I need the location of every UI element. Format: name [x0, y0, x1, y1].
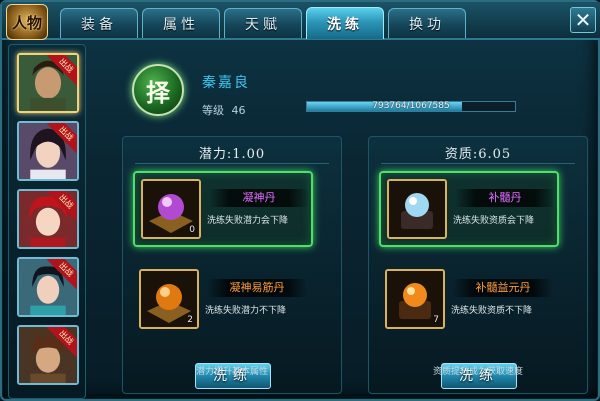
level-value: 46 — [231, 104, 246, 117]
top-bar: 人物 装备 属性 天赋 洗练 换功 ✕ — [2, 2, 600, 40]
divider — [135, 163, 329, 164]
divider — [381, 163, 575, 164]
item-description: 洗练失败潜力不下降 — [205, 306, 287, 316]
close-button[interactable]: ✕ — [570, 7, 596, 33]
refine-emblem: 择 — [132, 64, 184, 116]
item-description: 洗练失败资质不下降 — [451, 306, 533, 316]
aptitude-title: 资质:6.05 — [444, 147, 512, 162]
experience-bar: 793764/1067585 — [306, 101, 516, 112]
item-name: 补髓益元丹 — [453, 279, 553, 297]
aptitude-item-2[interactable]: 7 补髓益元丹 洗练失败资质不下降 — [379, 263, 559, 339]
item-count: 7 — [433, 315, 439, 325]
character-logo: 人物 — [6, 4, 48, 40]
refine-panel: 择 秦嘉良 等级 46 793764/1067585 潜力:1.00 0 凝神丹… — [92, 44, 598, 399]
item-description: 洗练失败资质会下降 — [453, 216, 535, 226]
tab-attributes[interactable]: 属性 — [142, 8, 220, 38]
level-label: 等级 — [202, 104, 224, 117]
hero-portrait-4[interactable]: 出战 — [17, 257, 79, 317]
tab-equipment[interactable]: 装备 — [60, 8, 138, 38]
item-count: 0 — [189, 225, 195, 235]
aptitude-note: 资质提升成为获取速度 — [432, 367, 523, 377]
character-window: 人物 装备 属性 天赋 洗练 换功 ✕ 出战 出战 出战 出战 出战 择 秦嘉良… — [0, 0, 600, 401]
potential-panel: 潜力:1.00 0 凝神丹 洗练失败潜力会下降 2 凝神易筋丹 洗练失败潜力不下… — [122, 136, 342, 394]
tab-refine[interactable]: 洗练 — [306, 7, 384, 39]
hero-sidebar: 出战 出战 出战 出战 出战 — [8, 44, 86, 399]
fire-cauldron-icon: 7 — [385, 269, 445, 329]
hero-name: 秦嘉良 — [202, 75, 250, 91]
aptitude-item-1[interactable]: 补髓丹 洗练失败资质会下降 — [379, 171, 559, 247]
potential-note: 潜力提升基本属性 — [195, 367, 268, 377]
hero-portrait-2[interactable]: 出战 — [17, 121, 79, 181]
crystal-cauldron-icon — [387, 179, 447, 239]
item-count: 2 — [187, 315, 193, 325]
item-name: 凝神丹 — [209, 189, 309, 207]
item-name: 补髓丹 — [455, 189, 555, 207]
potential-item-1[interactable]: 0 凝神丹 洗练失败潜力会下降 — [133, 171, 313, 247]
tab-talent[interactable]: 天赋 — [224, 8, 302, 38]
item-name: 凝神易筋丹 — [207, 279, 307, 297]
orange-pill-icon: 2 — [139, 269, 199, 329]
purple-pill-icon: 0 — [141, 179, 201, 239]
hero-portrait-3[interactable]: 出战 — [17, 189, 79, 249]
hero-level: 等级 46 — [202, 102, 250, 118]
tab-switch-skill[interactable]: 换功 — [388, 8, 466, 38]
hero-portrait-1[interactable]: 出战 — [17, 53, 79, 113]
aptitude-panel: 资质:6.05 补髓丹 洗练失败资质会下降 7 补髓益元丹 洗练失败资质不下降 … — [368, 136, 588, 394]
hero-portrait-5[interactable]: 出战 — [17, 325, 79, 385]
potential-title: 潜力:1.00 — [198, 147, 266, 162]
item-description: 洗练失败潜力会下降 — [207, 216, 289, 226]
experience-text: 793764/1067585 — [372, 101, 450, 111]
potential-item-2[interactable]: 2 凝神易筋丹 洗练失败潜力不下降 — [133, 263, 313, 339]
